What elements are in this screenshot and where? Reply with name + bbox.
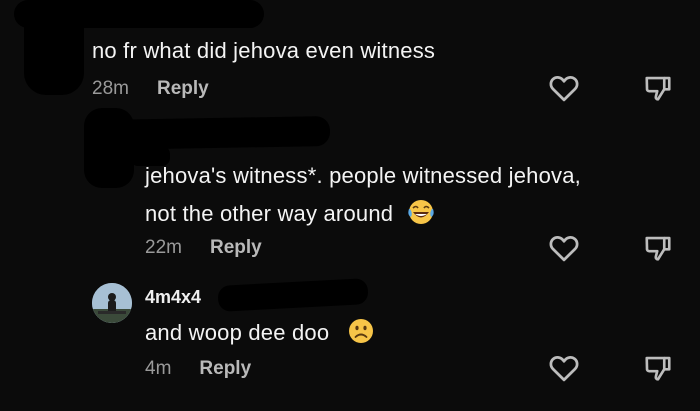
comment-text-body: and woop dee doo [145,320,330,345]
comment-meta: 28m Reply [92,78,209,100]
dislike-button[interactable] [642,72,674,104]
redaction-mid-2 [99,115,331,151]
comment-meta: 4m Reply [145,358,251,380]
redaction-top-2 [24,0,84,95]
comment-time: 4m [145,358,172,379]
tears-of-joy-emoji [407,200,434,225]
avatar-image [92,283,132,323]
redaction-username [217,278,369,312]
reply-button[interactable]: Reply [157,78,209,100]
redaction-top-3 [90,6,260,28]
reply-button[interactable]: Reply [210,237,262,259]
comment-text-line2: not the other way around [145,201,394,226]
comment-text: no fr what did jehova even witness [92,38,436,63]
frowning-face-emoji [348,319,373,344]
heart-icon [549,236,579,262]
dislike-icon [645,76,671,101]
comment-meta: 22m Reply [145,237,262,259]
reply-button[interactable]: Reply [199,358,251,380]
comment-text-line: jehova's witness*. people witnessed jeho… [145,163,581,188]
like-button[interactable] [548,352,580,384]
like-button[interactable] [548,232,580,264]
avatar[interactable] [92,283,132,323]
comment-text: and woop dee doo [145,314,376,352]
dislike-button[interactable] [642,352,674,384]
like-button[interactable] [548,72,580,104]
heart-icon [549,356,579,382]
comment-text: jehova's witness*. people witnessed jeho… [145,157,685,233]
dislike-button[interactable] [642,232,674,264]
heart-icon [549,76,579,102]
comment-time: 22m [145,237,182,258]
dislike-icon [645,356,671,381]
comment-username[interactable]: 4m4x4 [145,287,201,308]
comment-time: 28m [92,78,129,99]
comment-text-line: not the other way around [145,195,685,233]
dislike-icon [645,236,671,261]
